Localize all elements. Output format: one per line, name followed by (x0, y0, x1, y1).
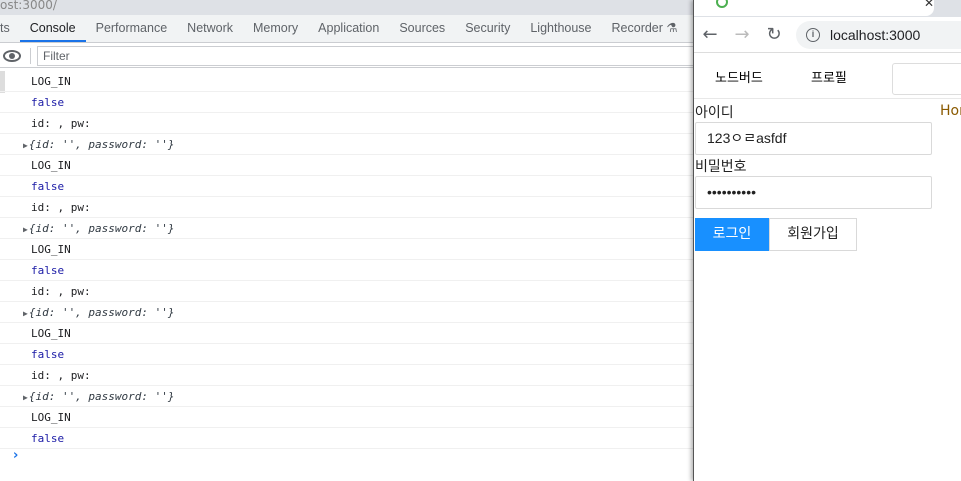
console-row[interactable]: ▶{id: '', password: ''} (0, 302, 700, 323)
console-row: id: , pw: (0, 281, 700, 302)
divider (30, 47, 31, 64)
favicon-icon (716, 0, 728, 8)
tab-memory[interactable]: Memory (243, 15, 308, 42)
close-icon[interactable]: ✕ (924, 0, 934, 10)
tab-security[interactable]: Security (455, 15, 520, 42)
console-text: {id: '', password: ''} (28, 222, 175, 235)
console-text: id: , pw: (31, 369, 91, 382)
console-log: LOG_IN false id: , pw: ▶{id: '', password: … (0, 71, 700, 449)
console-row: false (0, 260, 700, 281)
console-row: false (0, 176, 700, 197)
browser-toolbar: ← → ↻ i localhost:3000 (694, 17, 961, 53)
tab-network[interactable]: Network (177, 15, 243, 42)
console-text: id: , pw: (31, 285, 91, 298)
filter-bar: Filter (0, 44, 700, 68)
console-row: false (0, 344, 700, 365)
password-input[interactable]: •••••••••• (695, 176, 932, 209)
console-row[interactable]: ▶{id: '', password: ''} (0, 134, 700, 155)
console-row: id: , pw: (0, 365, 700, 386)
devtools-panel: ost:3000/ ts Console Performance Network Mem… (0, 0, 700, 481)
signup-button[interactable]: 회원가입 (769, 218, 857, 251)
page-content: 노드버드 프로필 아이디 123ㅇㄹasfdf 비밀번호 •••••••••• … (694, 53, 961, 251)
console-text: false (31, 96, 65, 109)
console-row: false (0, 92, 700, 113)
browser-window: ✕ ← → ↻ i localhost:3000 노드버드 프로필 아이디 12… (693, 0, 961, 481)
tab-recorder[interactable]: Recorder ⚗ (602, 15, 688, 42)
console-row: id: , pw: (0, 197, 700, 218)
tab-lighthouse[interactable]: Lighthouse (520, 15, 601, 42)
console-text: LOG_IN (31, 243, 71, 256)
reload-icon[interactable]: ↻ (758, 24, 790, 45)
devtools-url: ost:3000/ (0, 0, 700, 15)
console-text: id: , pw: (31, 117, 91, 130)
forward-icon[interactable]: → (726, 24, 758, 45)
console-prompt[interactable]: › (13, 448, 18, 463)
console-row: id: , pw: (0, 113, 700, 134)
console-text: LOG_IN (31, 411, 71, 424)
info-icon[interactable]: i (806, 27, 820, 42)
address-text: localhost:3000 (830, 26, 921, 43)
menu-item-profile[interactable]: 프로필 (811, 67, 847, 86)
expand-triangle-icon[interactable]: ▶ (23, 393, 28, 402)
filter-input[interactable]: Filter (37, 45, 700, 66)
console-text: LOG_IN (31, 327, 71, 340)
menu-item-home[interactable]: 노드버드 (715, 67, 763, 86)
console-row[interactable]: ▶{id: '', password: ''} (0, 386, 700, 407)
console-text: {id: '', password: ''} (28, 390, 175, 403)
expand-triangle-icon[interactable]: ▶ (23, 225, 28, 234)
back-icon[interactable]: ← (694, 24, 726, 45)
console-text: false (31, 264, 65, 277)
search-input[interactable] (892, 63, 961, 95)
console-row: LOG_IN (0, 407, 700, 428)
console-row: false (0, 428, 700, 449)
tab-sources[interactable]: Sources (389, 15, 455, 42)
eye-icon[interactable] (3, 49, 21, 62)
console-row: LOG_IN (0, 71, 700, 92)
id-input[interactable]: 123ㅇㄹasfdf (695, 122, 932, 155)
console-text: {id: '', password: ''} (28, 138, 175, 151)
console-text: id: , pw: (31, 201, 91, 214)
tab-ts[interactable]: ts (0, 15, 20, 42)
console-text: false (31, 180, 65, 193)
expand-triangle-icon[interactable]: ▶ (23, 309, 28, 318)
tab-strip: ✕ (694, 0, 961, 17)
console-row: LOG_IN (0, 323, 700, 344)
console-row: LOG_IN (0, 155, 700, 176)
browser-tab[interactable]: ✕ (694, 0, 934, 16)
tab-application[interactable]: Application (308, 15, 389, 42)
devtools-tabs: ts Console Performance Network Memory Applica… (0, 15, 700, 43)
console-text: LOG_IN (31, 159, 71, 172)
password-label: 비밀번호 (695, 159, 747, 175)
console-text: LOG_IN (31, 75, 71, 88)
id-label: 아이디 (695, 105, 734, 121)
top-menu: 노드버드 프로필 (694, 53, 961, 99)
console-row[interactable]: ▶{id: '', password: ''} (0, 218, 700, 239)
address-bar[interactable]: i localhost:3000 (796, 20, 961, 49)
console-row: LOG_IN (0, 239, 700, 260)
tab-performance[interactable]: Performance (86, 15, 178, 42)
login-button[interactable]: 로그인 (695, 218, 769, 251)
tab-console[interactable]: Console (19, 15, 86, 42)
expand-triangle-icon[interactable]: ▶ (23, 141, 28, 150)
side-text: Hor (940, 103, 961, 119)
console-text: false (31, 432, 65, 445)
console-text: false (31, 348, 65, 361)
console-text: {id: '', password: ''} (28, 306, 175, 319)
